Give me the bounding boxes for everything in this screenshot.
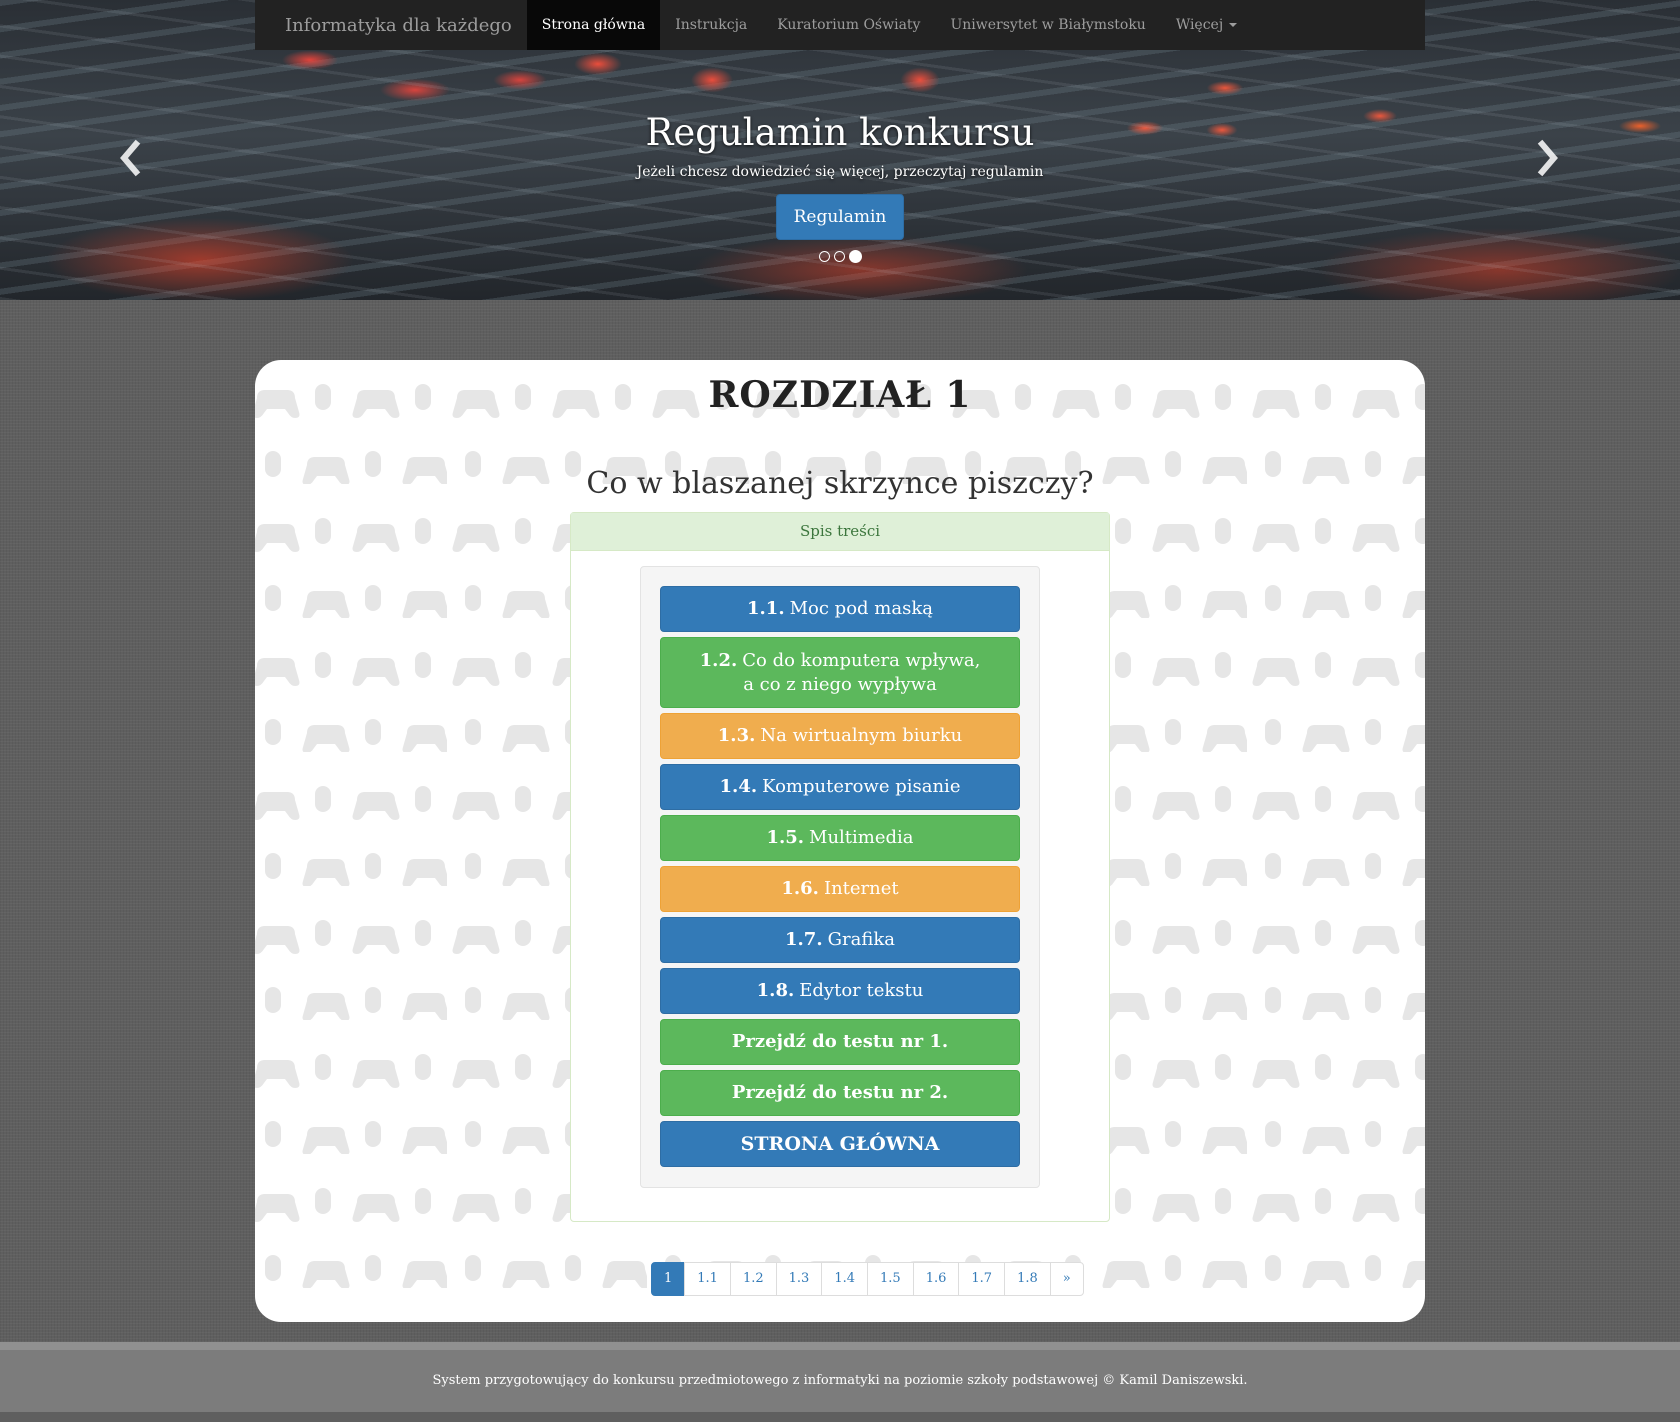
footer: System przygotowujący do konkursu przedm… (0, 1342, 1680, 1412)
chapter-subtitle: Co w blaszanej skrzynce piszczy? (586, 466, 1094, 501)
bottom-strip (0, 1412, 1680, 1422)
toc-label: Co do komputera wpływa, (742, 649, 981, 671)
toc-number: 1.4. (719, 776, 758, 797)
carousel-indicator-1[interactable] (818, 251, 830, 262)
toc-well: 1.1. Moc pod maską 1.2. Co do komputera w… (640, 566, 1040, 1188)
chapter-title: ROZDZIAŁ 1 (708, 374, 972, 416)
page-link-1-7[interactable]: 1.7 (958, 1262, 1006, 1296)
content-panel: ROZDZIAŁ 1 Co w blaszanej skrzynce piszc… (255, 360, 1425, 1322)
toc-label: Grafika (827, 929, 895, 950)
toc-label: Edytor tekstu (799, 980, 924, 1001)
pagination: 1 1.1 1.2 1.3 1.4 1.5 1.6 1.7 1.8 » (651, 1262, 1084, 1296)
nav-item-instructions[interactable]: Instrukcja (660, 0, 762, 50)
toc-button-1-1[interactable]: 1.1. Moc pod maską (660, 586, 1020, 632)
toc-label: Komputerowe pisanie (762, 776, 961, 797)
page-link-1-1[interactable]: 1.1 (684, 1262, 731, 1296)
toc-number: 1.8. (756, 980, 795, 1001)
navbar-brand[interactable]: Informatyka dla każdego (255, 0, 527, 50)
carousel-title: Regulamin konkursu (645, 111, 1035, 154)
home-page-button[interactable]: STRONA GŁÓWNA (660, 1121, 1020, 1167)
carousel-indicators (0, 250, 1680, 263)
page-link-1-8[interactable]: 1.8 (1004, 1262, 1051, 1296)
caret-down-icon (1229, 23, 1238, 27)
nav-item-more-dropdown[interactable]: Więcej (1161, 0, 1252, 50)
page-link-next[interactable]: » (1049, 1262, 1084, 1296)
page-link-1-6[interactable]: 1.6 (912, 1262, 960, 1296)
toc-button-1-4[interactable]: 1.4. Komputerowe pisanie (660, 764, 1020, 810)
table-of-contents-panel: Spis treści 1.1. Moc pod maską 1.2. Co do… (570, 512, 1110, 1222)
test-1-button[interactable]: Przejdź do testu nr 1. (660, 1019, 1020, 1065)
toc-label: Moc pod maską (789, 598, 933, 619)
footer-text: System przygotowujący do konkursu przedm… (432, 1373, 1248, 1388)
toc-button-1-2[interactable]: 1.2. Co do komputera wpływa, a co z niego… (660, 637, 1020, 708)
nav-item-more-label: Więcej (1175, 17, 1224, 33)
toc-number: 1.7. (785, 929, 823, 950)
toc-button-1-8[interactable]: 1.8. Edytor tekstu (660, 968, 1020, 1014)
page-link-1[interactable]: 1 (651, 1262, 686, 1296)
toc-number: 1.3. (717, 725, 756, 746)
page-link-1-4[interactable]: 1.4 (821, 1262, 869, 1296)
toc-number: 1.5. (766, 827, 805, 848)
carousel-indicator-2[interactable] (833, 251, 845, 262)
nav-item-kuratorium[interactable]: Kuratorium Oświaty (762, 0, 935, 50)
toc-label: Internet (823, 878, 899, 899)
toc-button-1-3[interactable]: 1.3. Na wirtualnym biurku (660, 713, 1020, 759)
carousel-indicator-3[interactable] (848, 250, 862, 263)
toc-button-1-6[interactable]: 1.6. Internet (660, 866, 1020, 912)
nav-item-home[interactable]: Strona główna (526, 0, 661, 50)
carousel-text: Jeżeli chcesz dowiedzieć się więcej, prz… (636, 164, 1044, 180)
page-link-1-3[interactable]: 1.3 (775, 1262, 823, 1296)
page-link-1-2[interactable]: 1.2 (729, 1262, 777, 1296)
toc-button-1-7[interactable]: 1.7. Grafika (660, 917, 1020, 963)
nav-item-university[interactable]: Uniwersytet w Białymstoku (935, 0, 1160, 50)
toc-number: 1.1. (747, 598, 785, 619)
top-navbar: Informatyka dla każdego Strona główna In… (255, 0, 1425, 50)
toc-label-line2: a co z niego wypływa (743, 673, 937, 695)
toc-heading: Spis treści (571, 513, 1109, 551)
test-2-button[interactable]: Przejdź do testu nr 2. (660, 1070, 1020, 1116)
carousel-caption: Regulamin konkursu Jeżeli chcesz dowiedz… (0, 108, 1680, 240)
toc-number: 1.6. (781, 878, 819, 899)
page-link-1-5[interactable]: 1.5 (867, 1262, 914, 1296)
toc-label: Na wirtualnym biurku (760, 725, 963, 746)
regulamin-button[interactable]: Regulamin (775, 194, 905, 240)
toc-label: Multimedia (809, 827, 914, 848)
toc-number: 1.2. (699, 649, 738, 671)
toc-button-1-5[interactable]: 1.5. Multimedia (660, 815, 1020, 861)
